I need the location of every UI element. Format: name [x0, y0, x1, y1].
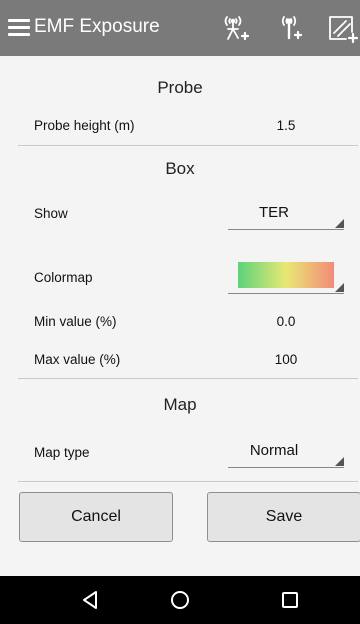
dropdown-underline	[228, 229, 344, 230]
show-dropdown[interactable]: TER	[228, 200, 344, 230]
colormap-label: Colormap	[34, 270, 93, 285]
add-transmitter-icon[interactable]	[274, 12, 306, 44]
show-label: Show	[34, 206, 68, 221]
show-dropdown-value: TER	[259, 204, 289, 221]
dropdown-underline	[228, 467, 344, 468]
add-antenna-icon[interactable]	[218, 12, 250, 44]
app-toolbar: EMF Exposure	[0, 0, 360, 56]
probe-height-field[interactable]: 1.5	[216, 118, 356, 134]
recents-icon[interactable]	[278, 588, 302, 612]
cancel-button[interactable]: Cancel	[19, 492, 173, 542]
home-icon[interactable]	[168, 588, 192, 612]
min-value-field[interactable]: 0.0	[216, 314, 356, 330]
system-nav-bar	[0, 576, 360, 624]
map-section-title: Map	[163, 395, 197, 414]
box-section-title: Box	[165, 159, 195, 178]
dropdown-arrow-icon	[335, 457, 344, 466]
menu-icon[interactable]	[8, 18, 30, 36]
divider	[18, 145, 358, 146]
map-type-dropdown[interactable]: Normal	[228, 438, 344, 468]
divider	[18, 378, 358, 379]
settings-form: Probe Probe height (m) 1.5 Box Show TER …	[0, 56, 360, 576]
max-value-field[interactable]: 100	[216, 352, 356, 368]
back-icon[interactable]	[78, 588, 102, 612]
divider	[18, 481, 358, 482]
settings-screen: EMF Exposure Probe Probe height (m) 1.5 …	[0, 0, 360, 624]
dropdown-arrow-icon	[335, 219, 344, 228]
max-value-label: Max value (%)	[34, 352, 121, 367]
colormap-dropdown[interactable]	[228, 256, 344, 294]
probe-height-label: Probe height (m)	[34, 118, 135, 133]
dropdown-underline	[228, 293, 344, 294]
app-title: EMF Exposure	[34, 16, 160, 37]
probe-section-title: Probe	[157, 78, 203, 97]
colormap-gradient	[238, 262, 334, 288]
map-type-dropdown-value: Normal	[249, 442, 299, 459]
dropdown-arrow-icon	[335, 283, 344, 292]
min-value-label: Min value (%)	[34, 314, 117, 329]
map-type-label: Map type	[34, 445, 90, 460]
add-area-icon[interactable]	[326, 12, 358, 44]
save-button[interactable]: Save	[207, 492, 360, 542]
